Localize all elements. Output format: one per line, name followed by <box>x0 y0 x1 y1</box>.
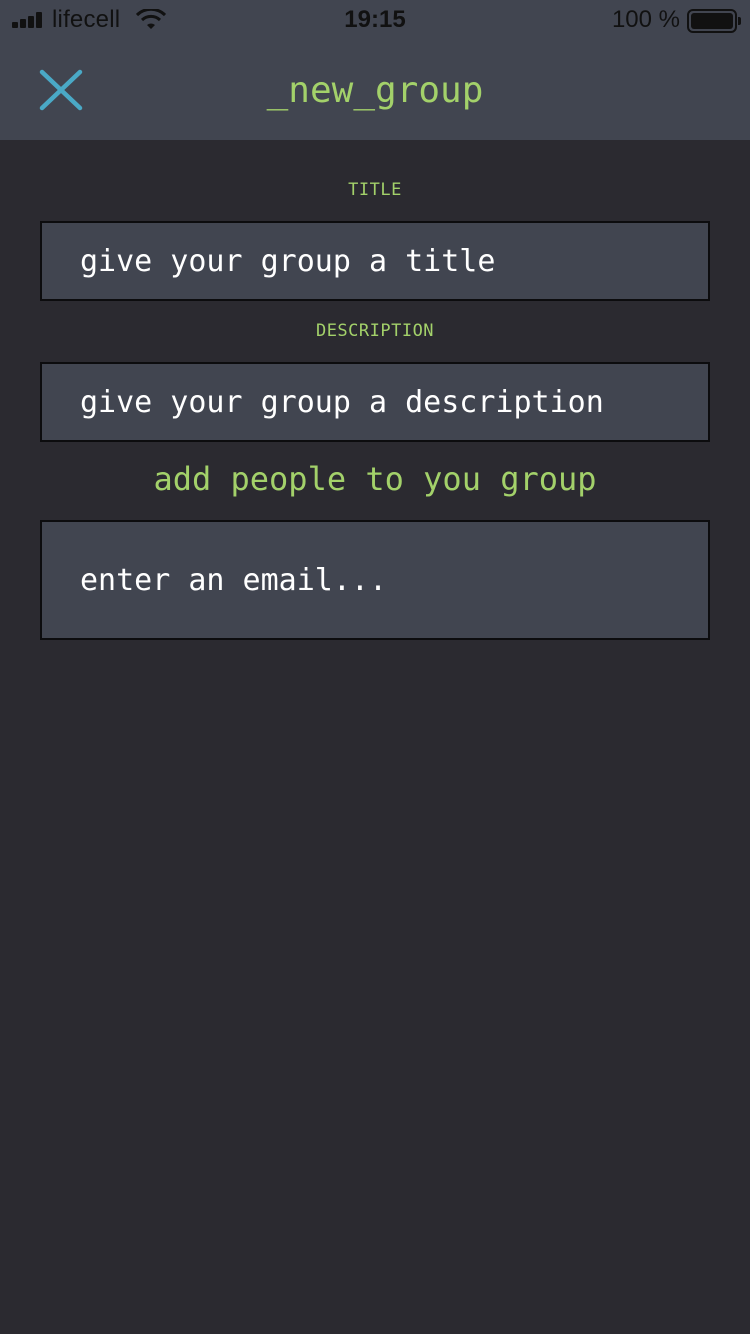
title-input[interactable] <box>40 221 710 301</box>
header: lifecell 19:15 100 % _new_group <box>0 0 750 140</box>
description-label: DESCRIPTION <box>315 321 435 341</box>
battery-icon <box>687 9 741 33</box>
battery-percent: 100 % <box>611 6 680 33</box>
email-input[interactable] <box>40 520 710 640</box>
description-input[interactable] <box>40 362 710 442</box>
page-title: _new_group <box>266 70 484 111</box>
status-bar: lifecell 19:15 100 % <box>0 0 750 40</box>
title-label: TITLE <box>348 180 402 200</box>
add-people-heading: add people to you group <box>153 460 597 498</box>
nav-bar: _new_group <box>0 40 750 140</box>
